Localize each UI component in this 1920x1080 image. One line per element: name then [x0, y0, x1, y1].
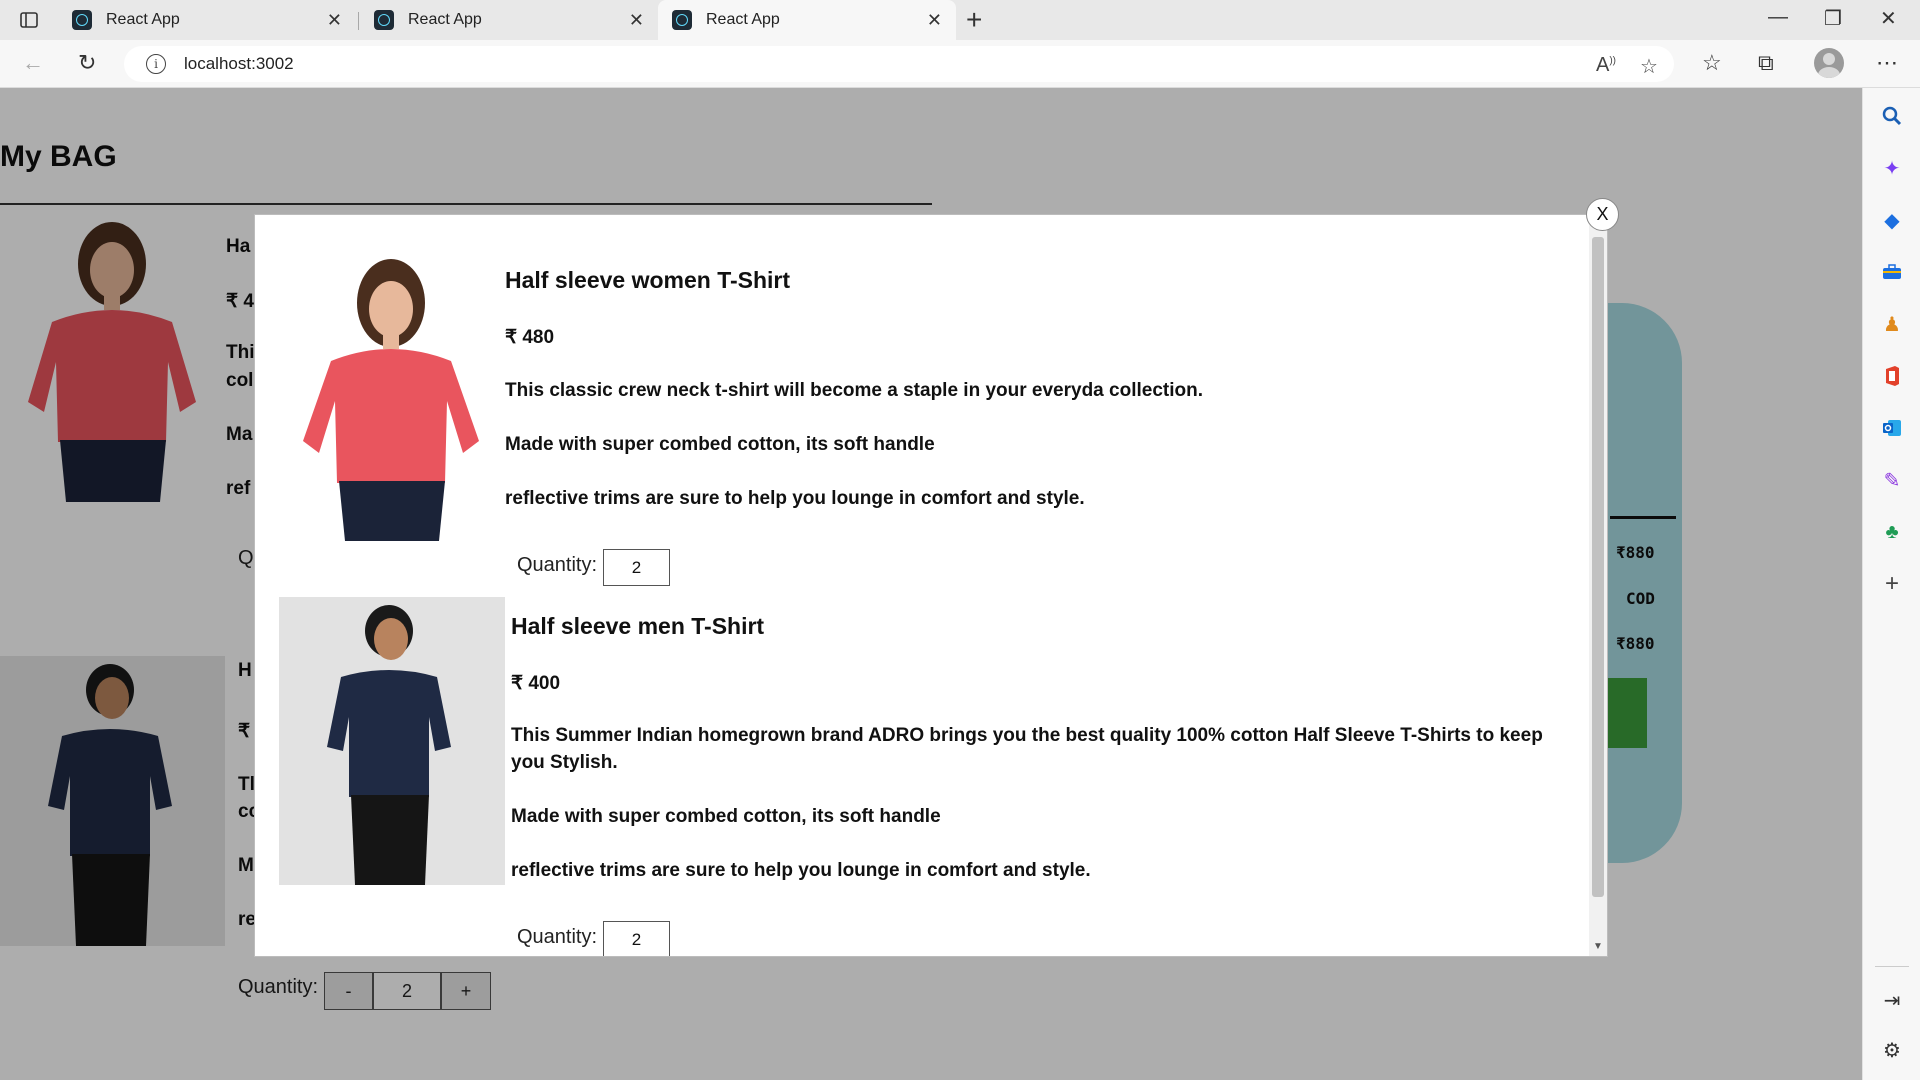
- modal-item-price: ₹ 400: [511, 673, 561, 694]
- profile-avatar[interactable]: [1814, 48, 1844, 78]
- modal-item-quantity-label: Quantity:: [517, 926, 598, 948]
- sidebar-divider: [1875, 966, 1909, 967]
- modal-item-desc: Made with super combed cotton, its soft …: [511, 806, 941, 827]
- bag-details-modal: Half sleeve women T-Shirt ₹ 480 This cla…: [254, 214, 1608, 957]
- settings-icon[interactable]: ⚙: [1880, 1038, 1904, 1062]
- search-icon[interactable]: [1880, 104, 1904, 128]
- tab-bar: React App ✕ React App ✕ React App ✕ + — …: [0, 0, 1920, 40]
- tree-icon[interactable]: ♣: [1880, 520, 1904, 544]
- react-favicon: [672, 10, 692, 30]
- modal-item-quantity-input[interactable]: 2: [603, 549, 670, 586]
- games-icon[interactable]: ♟: [1880, 312, 1904, 336]
- office-icon[interactable]: [1880, 364, 1904, 388]
- add-favorite-icon[interactable]: ☆: [1640, 54, 1658, 79]
- modal-item-desc: This Summer Indian homegrown brand ADRO …: [511, 725, 1543, 773]
- read-aloud-icon[interactable]: A)): [1596, 54, 1616, 77]
- more-icon[interactable]: ⋯: [1876, 50, 1898, 76]
- modal-item-desc: reflective trims are sure to help you lo…: [505, 488, 1085, 509]
- tab-react-app-1[interactable]: React App ✕: [58, 0, 356, 40]
- outlook-icon[interactable]: [1880, 416, 1904, 440]
- close-icon[interactable]: ✕: [629, 10, 644, 31]
- modal-item-desc: This classic crew neck t-shirt will beco…: [505, 380, 1203, 401]
- refresh-icon[interactable]: ↻: [78, 50, 96, 76]
- tab-separator: [358, 12, 359, 30]
- favorites-icon[interactable]: ☆: [1702, 50, 1722, 76]
- modal-item-image-men-tshirt: [279, 597, 505, 885]
- info-icon[interactable]: i: [146, 54, 166, 74]
- modal-scrollbar[interactable]: ▲ ▼: [1589, 215, 1607, 956]
- add-icon[interactable]: +: [1880, 570, 1904, 597]
- react-favicon: [72, 10, 92, 30]
- tab-title: React App: [408, 11, 482, 28]
- page-viewport: My BAG Ha ₹ 4 Thi col Ma ref Q H ₹ Tl cc…: [0, 88, 1862, 1080]
- tools-icon[interactable]: [1880, 260, 1904, 284]
- tab-react-app-2[interactable]: React App ✕: [360, 0, 658, 40]
- url-text[interactable]: localhost:3002: [184, 54, 294, 74]
- back-icon[interactable]: ←: [22, 50, 44, 76]
- tab-actions-icon[interactable]: [16, 8, 42, 32]
- modal-item-quantity-label: Quantity:: [517, 554, 598, 576]
- modal-item-image-women-tshirt: [279, 251, 505, 541]
- hide-sidebar-icon[interactable]: ⇥: [1880, 988, 1904, 1012]
- react-favicon: [374, 10, 394, 30]
- shopping-icon[interactable]: ◆: [1880, 208, 1904, 232]
- tab-title: React App: [106, 11, 180, 28]
- new-tab-icon[interactable]: +: [966, 4, 982, 36]
- close-icon[interactable]: ✕: [327, 10, 342, 31]
- scroll-down-icon[interactable]: ▼: [1593, 941, 1603, 952]
- url-box[interactable]: i localhost:3002 A)) ☆: [124, 46, 1674, 82]
- minimize-icon[interactable]: —: [1768, 6, 1788, 29]
- window-close-icon[interactable]: ✕: [1880, 6, 1897, 31]
- tab-react-app-3-active[interactable]: React App ✕: [658, 0, 956, 40]
- collections-icon[interactable]: ⧉: [1758, 50, 1774, 76]
- edge-sidebar: ✦ ◆ ♟ ✎ ♣ + ⇥ ⚙: [1862, 88, 1920, 1080]
- modal-item-title: Half sleeve women T-Shirt: [505, 267, 791, 293]
- modal-item-desc: reflective trims are sure to help you lo…: [511, 860, 1091, 881]
- modal-item-quantity-input[interactable]: 2: [603, 921, 670, 956]
- designer-icon[interactable]: ✎: [1880, 468, 1904, 492]
- modal-item-title: Half sleeve men T-Shirt: [511, 613, 765, 639]
- modal-scroll-thumb[interactable]: [1592, 237, 1604, 897]
- modal-item-price: ₹ 480: [505, 327, 555, 348]
- modal-close-button[interactable]: X: [1586, 198, 1619, 231]
- modal-item-desc: Made with super combed cotton, its soft …: [505, 434, 935, 455]
- tab-title: React App: [706, 11, 780, 28]
- copilot-icon[interactable]: ✦: [1880, 156, 1904, 180]
- maximize-icon[interactable]: ❐: [1824, 6, 1842, 31]
- address-bar: ← ↻ i localhost:3002 A)) ☆ ☆ ⧉ ⋯: [0, 40, 1920, 88]
- close-icon[interactable]: ✕: [927, 10, 942, 31]
